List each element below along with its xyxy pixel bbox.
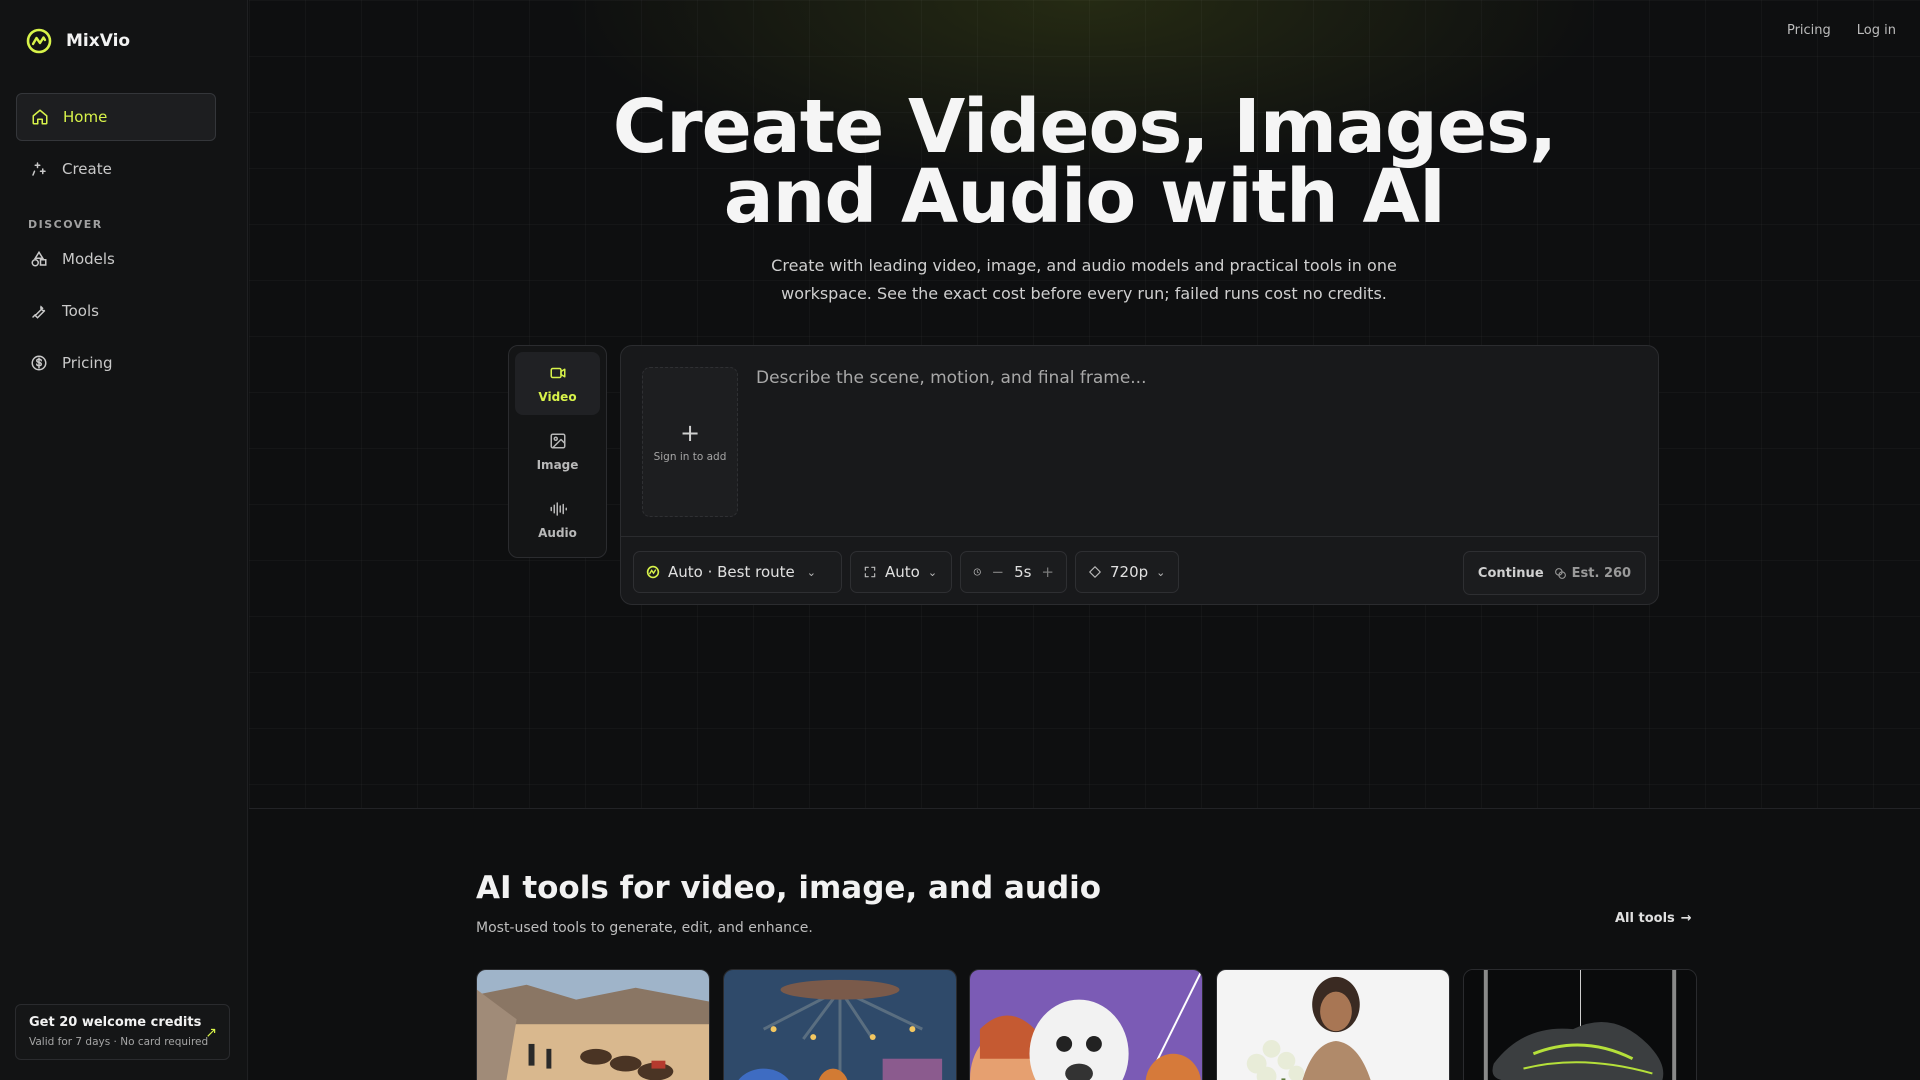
carnival-characters-thumbnail	[724, 970, 956, 1080]
all-tools-link[interactable]: All tools →	[1615, 911, 1692, 926]
all-tools-label: All tools	[1615, 911, 1675, 926]
upload-label: Sign in to add	[653, 451, 727, 463]
tools-section-subtitle: Most-used tools to generate, edit, and e…	[476, 920, 813, 936]
sidebar-item-create[interactable]: Create	[16, 145, 216, 193]
expand-icon	[864, 566, 876, 578]
sidebar: MixVio Home Create DISCOVER Models Tools…	[0, 0, 248, 1080]
aspect-select[interactable]: Auto ⌄	[850, 551, 952, 593]
mode-switcher: Video Image Audio	[508, 345, 607, 558]
sidebar-item-pricing[interactable]: Pricing	[16, 339, 216, 387]
cost-estimate: Est. 260	[1554, 566, 1631, 581]
prompt-composer: + Sign in to add Auto · Best route ⌄ Aut…	[620, 345, 1659, 605]
chevron-down-icon: ⌄	[806, 565, 816, 579]
mode-label: Audio	[538, 525, 577, 540]
sidebar-item-home[interactable]: Home	[16, 93, 216, 141]
clock-icon	[973, 568, 981, 576]
top-nav: Pricing Log in	[1787, 23, 1896, 38]
sparkle-icon	[32, 162, 46, 176]
chevron-down-icon: ⌄	[1156, 565, 1166, 579]
continue-label: Continue	[1477, 565, 1544, 581]
sneaker-thumbnail	[1464, 970, 1696, 1080]
model-select[interactable]: Auto · Best route ⌄	[633, 551, 842, 593]
sidebar-item-label: Tools	[62, 302, 99, 320]
audio-wave-icon	[550, 501, 567, 516]
home-icon	[32, 109, 48, 125]
credits-title: Get 20 welcome credits	[29, 1015, 202, 1030]
sidebar-item-label: Pricing	[62, 354, 113, 372]
estimate-value: Est. 260	[1571, 565, 1632, 581]
main-content: Pricing Log in Create Videos, Images, an…	[249, 0, 1920, 1080]
video-icon	[550, 367, 565, 378]
coins-icon	[1554, 567, 1566, 579]
hero-title-line2: and Audio with AI	[723, 154, 1447, 240]
composer-divider	[621, 536, 1658, 537]
resolution-select-value: 720p	[1110, 563, 1149, 581]
plus-icon: +	[679, 419, 701, 447]
tool-card-woman-flowers[interactable]	[1216, 969, 1450, 1080]
login-link[interactable]: Log in	[1857, 23, 1896, 38]
mode-tab-audio[interactable]: Audio	[515, 488, 600, 551]
continue-button[interactable]: Continue Est. 260	[1463, 551, 1646, 595]
diamond-icon	[1089, 566, 1101, 578]
welcome-credits-card[interactable]: Get 20 welcome credits Valid for 7 days …	[15, 1004, 230, 1060]
dollar-circle-icon	[31, 355, 47, 371]
shapes-icon	[31, 250, 47, 267]
tool-card-cartoon-bear[interactable]	[969, 969, 1203, 1080]
mode-label: Image	[536, 457, 579, 472]
credits-subtitle: Valid for 7 days · No card required	[29, 1036, 209, 1048]
prompt-input[interactable]	[756, 368, 1626, 508]
hero-subtitle: Create with leading video, image, and au…	[771, 256, 1397, 303]
upload-reference-button[interactable]: + Sign in to add	[642, 367, 738, 517]
decrement-icon[interactable]: −	[991, 563, 1004, 581]
discover-section-label: DISCOVER	[28, 218, 103, 231]
sidebar-item-label: Home	[63, 108, 108, 126]
duration-value: 5s	[1014, 563, 1032, 581]
brand-name: MixVio	[66, 31, 131, 51]
hero-title: Create Videos, Images, and Audio with AI	[249, 90, 1920, 234]
model-select-value: Auto · Best route	[668, 563, 795, 581]
arrow-right-icon: →	[1680, 911, 1692, 926]
image-icon	[550, 433, 565, 448]
aspect-select-value: Auto	[885, 563, 920, 581]
tool-card-desert-caravan[interactable]	[476, 969, 710, 1080]
duration-stepper[interactable]: − 5s +	[960, 551, 1067, 593]
sidebar-item-models[interactable]: Models	[16, 235, 216, 283]
sidebar-item-label: Models	[62, 250, 115, 268]
increment-icon[interactable]: +	[1041, 563, 1054, 581]
woman-flowers-thumbnail	[1217, 970, 1449, 1080]
sidebar-item-tools[interactable]: Tools	[16, 287, 216, 335]
wrench-icon	[32, 305, 46, 319]
brand[interactable]: MixVio	[26, 28, 130, 54]
mixvio-route-icon	[646, 565, 660, 579]
resolution-select[interactable]: 720p ⌄	[1075, 551, 1179, 593]
tools-section-title: AI tools for video, image, and audio	[476, 870, 1102, 906]
tool-card-sneaker[interactable]	[1463, 969, 1697, 1080]
chevron-down-icon: ⌄	[927, 565, 938, 579]
arrow-up-right-icon: ↗	[205, 1025, 217, 1041]
desert-caravan-thumbnail	[477, 970, 709, 1080]
tool-card-carnival-characters[interactable]	[723, 969, 957, 1080]
cartoon-bear-thumbnail	[970, 970, 1202, 1080]
section-divider	[249, 808, 1920, 809]
mode-label: Video	[538, 389, 577, 404]
pricing-link[interactable]: Pricing	[1787, 23, 1831, 38]
mixvio-logo-icon	[26, 28, 52, 54]
mode-tab-image[interactable]: Image	[515, 420, 600, 483]
sidebar-item-label: Create	[62, 160, 112, 178]
mode-tab-video[interactable]: Video	[515, 352, 600, 415]
